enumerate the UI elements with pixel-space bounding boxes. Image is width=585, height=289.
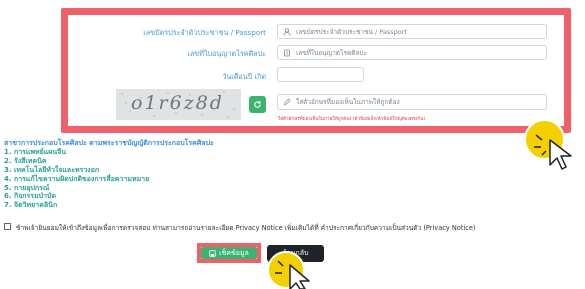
check-data-label: เช็คข้อมูล bbox=[219, 248, 249, 257]
list-item: 4. การแก้ไขความผิดปกติของการสื่อความหมาย bbox=[4, 174, 150, 183]
list-item: 5. กายอุปกรณ์ bbox=[4, 183, 50, 192]
list-item: 7. จิตวิทยาคลินิก bbox=[4, 201, 58, 210]
list-item: 3. เทคโนโลยีหัวใจและทรวงอก bbox=[4, 165, 100, 174]
captcha-image: o1r6z8d bbox=[116, 89, 241, 120]
professions-list: 1. การแพทย์แผนจีน 2. รังสีเทคนิค 3. เทคโ… bbox=[4, 148, 149, 210]
dob-input[interactable] bbox=[277, 67, 364, 82]
dob-label: วันเดือนปี เกิด bbox=[222, 72, 266, 81]
pencil-icon bbox=[283, 98, 291, 106]
list-item: 2. รังสีเทคนิค bbox=[4, 156, 47, 165]
check-data-button[interactable]: เช็คข้อมูล bbox=[201, 247, 257, 259]
refresh-captcha-button[interactable] bbox=[249, 96, 266, 113]
license-placeholder: เลขที่ใบอนุญาตโรคศิลปะ bbox=[296, 48, 368, 57]
id-input[interactable]: เลขบัตรประจำตัวประชาชน / Passport bbox=[277, 24, 547, 39]
captcha-text: o1r6z8d bbox=[131, 92, 224, 114]
pointer-cursor-icon bbox=[275, 260, 310, 289]
user-icon bbox=[283, 27, 291, 36]
captcha-input[interactable]: ใส่ตัวอักษรที่มองเห็นในภาพให้ถูกต้อง bbox=[277, 94, 547, 110]
consent-text: ข้าพเจ้ายินยอมให้เข้าถึงข้อมูลเพื่อการตร… bbox=[16, 224, 476, 232]
check-data-button-highlight: เช็คข้อมูล bbox=[197, 243, 261, 263]
id-label: เลขบัตรประจำตัวประชาชน / Passport bbox=[143, 28, 266, 37]
refresh-icon bbox=[254, 101, 261, 108]
id-placeholder: เลขบัตรประจำตัวประชาชน / Passport bbox=[296, 27, 407, 36]
list-item: 1. การแพทย์แผนจีน bbox=[4, 148, 67, 156]
license-input[interactable]: เลขที่ใบอนุญาตโรคศิลปะ bbox=[277, 45, 547, 60]
save-icon bbox=[209, 249, 216, 257]
captcha-placeholder: ใส่ตัวอักษรที่มองเห็นในภาพให้ถูกต้อง bbox=[296, 98, 400, 106]
license-label: เลขที่ใบอนุญาตโรคศิลปะ bbox=[187, 49, 266, 58]
card-icon bbox=[283, 49, 291, 57]
captcha-error-text: ใส่ตัวอักษรที่มองเห็นในภาพให้ถูกต้อง (ตั… bbox=[278, 117, 426, 122]
pointer-cursor-icon bbox=[534, 134, 572, 170]
consent-checkbox[interactable] bbox=[4, 223, 11, 230]
list-item: 6. กิจกรรมบำบัด bbox=[4, 192, 57, 201]
